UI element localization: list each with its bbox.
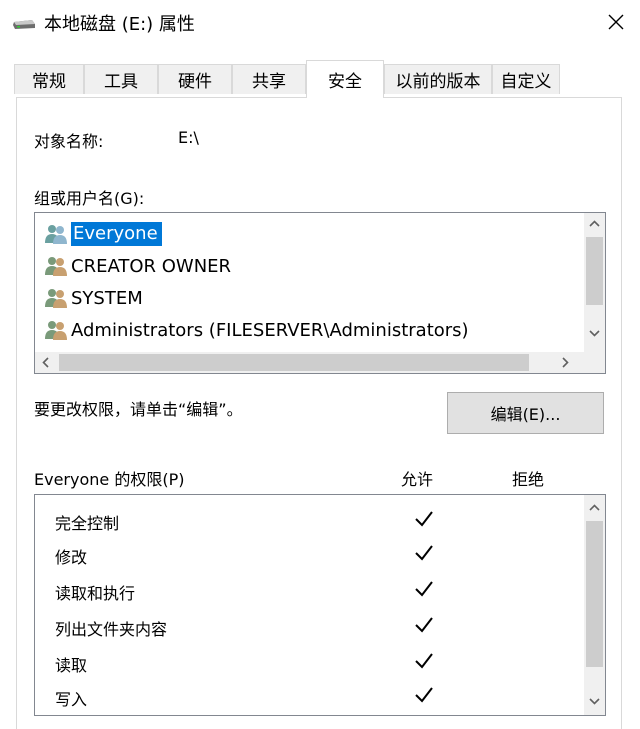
tab-customize[interactable]: 自定义 bbox=[492, 64, 560, 94]
permission-name: 读取 bbox=[55, 656, 88, 675]
chevron-right-icon bbox=[562, 357, 569, 368]
scroll-thumb[interactable] bbox=[586, 237, 603, 305]
tab-strip: 常规 工具 硬件 共享 安全 以前的版本 自定义 bbox=[0, 46, 640, 98]
deny-header: 拒绝 bbox=[512, 470, 545, 489]
group-name: SYSTEM bbox=[71, 287, 143, 309]
tab-security[interactable]: 安全 bbox=[306, 60, 384, 98]
scroll-corner bbox=[584, 352, 605, 373]
scroll-left-button[interactable] bbox=[35, 352, 56, 373]
permission-name: 读取和执行 bbox=[55, 584, 136, 603]
permission-row-write: 写入 bbox=[35, 679, 605, 713]
scroll-right-button[interactable] bbox=[555, 352, 576, 373]
list-item-everyone[interactable]: Everyone bbox=[35, 219, 162, 249]
check-icon bbox=[415, 653, 433, 669]
check-icon bbox=[415, 545, 433, 561]
list-item-system[interactable]: SYSTEM bbox=[35, 283, 143, 313]
check-icon bbox=[415, 581, 433, 597]
permission-name: 完全控制 bbox=[55, 514, 120, 533]
tab-tools[interactable]: 工具 bbox=[84, 64, 158, 94]
tab-hardware[interactable]: 硬件 bbox=[158, 64, 232, 94]
permission-name: 写入 bbox=[55, 690, 88, 709]
object-name-label: 对象名称: bbox=[34, 132, 104, 151]
scroll-thumb[interactable] bbox=[586, 521, 603, 667]
edit-button[interactable]: 编辑(E)... bbox=[447, 392, 604, 434]
check-icon bbox=[415, 511, 433, 527]
close-button[interactable] bbox=[592, 2, 640, 42]
scroll-up-button[interactable] bbox=[584, 213, 605, 234]
scroll-up-button[interactable] bbox=[584, 497, 605, 518]
title-bar: 本地磁盘 (E:) 属性 bbox=[0, 0, 640, 46]
tab-previous-versions[interactable]: 以前的版本 bbox=[384, 64, 492, 94]
chevron-left-icon bbox=[42, 357, 49, 368]
users-icon bbox=[45, 225, 67, 244]
chevron-up-icon bbox=[589, 504, 600, 511]
change-hint: 要更改权限，请单击“编辑”。 bbox=[34, 400, 243, 419]
permission-name: 修改 bbox=[55, 548, 88, 567]
check-icon bbox=[415, 617, 433, 633]
window-title: 本地磁盘 (E:) 属性 bbox=[44, 14, 195, 35]
list-item-creator-owner[interactable]: CREATOR OWNER bbox=[35, 251, 231, 281]
check-icon bbox=[415, 687, 433, 703]
scroll-thumb[interactable] bbox=[59, 354, 529, 371]
permission-name: 列出文件夹内容 bbox=[55, 620, 168, 639]
chevron-down-icon bbox=[589, 698, 600, 705]
tab-sharing[interactable]: 共享 bbox=[232, 64, 306, 94]
drive-icon bbox=[13, 20, 35, 29]
permission-row-list-folder: 列出文件夹内容 bbox=[35, 609, 605, 643]
chevron-up-icon bbox=[589, 220, 600, 227]
scroll-down-button[interactable] bbox=[584, 323, 605, 344]
permissions-vertical-scrollbar[interactable] bbox=[584, 495, 605, 715]
groups-vertical-scrollbar[interactable] bbox=[584, 213, 605, 352]
permissions-listbox[interactable]: 完全控制 修改 读取和执行 列出文件夹内容 读取 写入 bbox=[34, 494, 606, 716]
chevron-down-icon bbox=[589, 330, 600, 337]
permission-row-modify: 修改 bbox=[35, 537, 605, 571]
group-name: CREATOR OWNER bbox=[71, 255, 232, 277]
groups-listbox[interactable]: Everyone CREATOR OWNER SYSTEM Administra… bbox=[34, 212, 606, 374]
permissions-label: Everyone 的权限(P) bbox=[34, 470, 185, 489]
groups-horizontal-scrollbar[interactable] bbox=[35, 352, 585, 373]
close-icon bbox=[608, 14, 624, 30]
users-icon bbox=[45, 321, 67, 340]
object-name-value: E:\ bbox=[178, 128, 199, 147]
groups-label: 组或用户名(G): bbox=[34, 189, 145, 208]
tab-general[interactable]: 常规 bbox=[14, 64, 84, 94]
scroll-down-button[interactable] bbox=[584, 691, 605, 712]
permission-row-full-control: 完全控制 bbox=[35, 503, 605, 537]
allow-header: 允许 bbox=[401, 470, 434, 489]
users-icon bbox=[45, 257, 67, 276]
group-name: Administrators (FILESERVER\Administrator… bbox=[71, 319, 469, 341]
permission-row-read: 读取 bbox=[35, 645, 605, 679]
list-item-administrators[interactable]: Administrators (FILESERVER\Administrator… bbox=[35, 315, 469, 345]
group-name: Everyone bbox=[71, 222, 162, 246]
permission-row-read-execute: 读取和执行 bbox=[35, 573, 605, 607]
users-icon bbox=[45, 289, 67, 308]
